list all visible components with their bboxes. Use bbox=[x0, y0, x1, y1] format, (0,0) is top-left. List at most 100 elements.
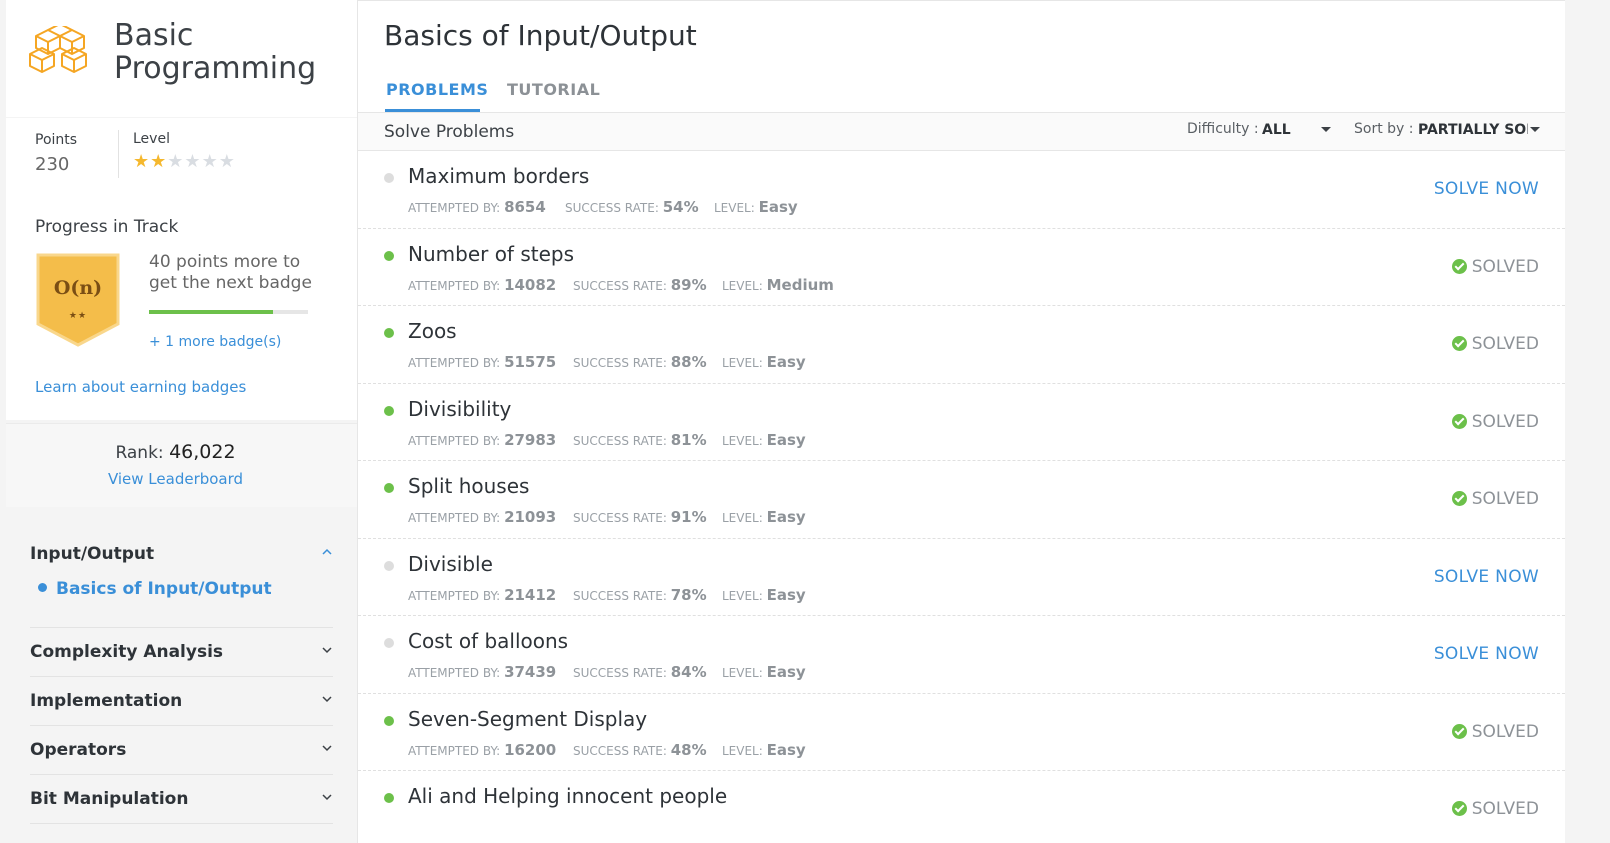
topic-label: Implementation bbox=[30, 691, 183, 711]
solved-label: SOLVED bbox=[1471, 721, 1539, 742]
solve-now-button[interactable]: SOLVE NOW bbox=[1434, 644, 1539, 664]
chevron-down-icon[interactable] bbox=[321, 693, 333, 705]
problem-row[interactable]: Ali and Helping innocent people SOLVED bbox=[358, 771, 1565, 843]
star-empty-icon: ★ bbox=[167, 151, 185, 172]
subtopic-basics-of-input-output[interactable]: Basics of Input/Output bbox=[38, 579, 272, 599]
active-dot-icon bbox=[38, 583, 47, 592]
meta-label: Success rate: bbox=[573, 588, 667, 603]
sort-label: Sort by : bbox=[1354, 121, 1414, 137]
level-label: Level bbox=[133, 131, 170, 147]
meta-label: Level: bbox=[722, 433, 763, 448]
level: Level: Easy bbox=[722, 353, 806, 371]
attempted-by: Attempted by: 51575 bbox=[408, 353, 556, 371]
success-value: 54% bbox=[662, 198, 699, 216]
problem-name[interactable]: Divisibility bbox=[408, 397, 511, 421]
success-value: 91% bbox=[670, 508, 707, 526]
problem-name[interactable]: Split houses bbox=[408, 474, 529, 498]
problem-row[interactable]: Maximum borders Attempted by: 8654 Succe… bbox=[358, 151, 1565, 229]
problem-row[interactable]: Divisibility Attempted by: 27983 Success… bbox=[358, 384, 1565, 461]
attempted-by: Attempted by: 37439 bbox=[408, 663, 556, 681]
topic-operators[interactable]: Operators bbox=[30, 726, 333, 775]
chevron-down-icon[interactable] bbox=[321, 791, 333, 803]
attempted-value: 21093 bbox=[504, 508, 557, 526]
meta-label: Level: bbox=[722, 511, 763, 525]
level-value: Easy bbox=[766, 353, 806, 371]
problem-name[interactable]: Cost of balloons bbox=[408, 629, 568, 653]
difficulty-caret-icon[interactable] bbox=[1321, 127, 1331, 132]
points-label: Points bbox=[35, 132, 78, 148]
problem-name[interactable]: Seven-Segment Display bbox=[408, 707, 647, 731]
chevron-down-icon[interactable] bbox=[321, 644, 333, 656]
tab-problems[interactable]: PROBLEMS bbox=[386, 80, 488, 99]
problem-row[interactable]: Seven-Segment Display Attempted by: 1620… bbox=[358, 694, 1565, 771]
check-circle-icon bbox=[1451, 491, 1467, 506]
attempted-by: Attempted by: 16200 bbox=[408, 741, 556, 759]
status-dot-icon bbox=[384, 173, 394, 183]
chevron-down-icon[interactable] bbox=[321, 742, 333, 754]
rank-value: 46,022 bbox=[169, 441, 236, 463]
level: Level: Easy bbox=[722, 663, 806, 681]
solved-label: SOLVED bbox=[1471, 489, 1539, 509]
topic-bit-manipulation[interactable]: Bit Manipulation bbox=[30, 775, 333, 824]
sidebar: Basic Programming Points 230 Level ★★★★★… bbox=[0, 0, 357, 843]
solve-now-button[interactable]: SOLVE NOW bbox=[1434, 567, 1539, 587]
learn-badges-link[interactable]: Learn about earning badges bbox=[35, 378, 246, 396]
more-badges-link[interactable]: + 1 more badge(s) bbox=[149, 334, 281, 350]
sort-select[interactable]: PARTIALLY SOLVED bbox=[1418, 122, 1528, 138]
meta-label: Success rate: bbox=[573, 743, 667, 758]
topic-implementation[interactable]: Implementation bbox=[30, 677, 333, 726]
meta-label: Level: bbox=[714, 201, 755, 215]
attempted-value: 27983 bbox=[504, 430, 557, 449]
topic-input-output[interactable]: Input/Output Basics of Input/Output bbox=[30, 530, 333, 628]
problem-row[interactable]: Zoos Attempted by: 51575 Success rate: 8… bbox=[358, 306, 1565, 384]
meta-label: Success rate: bbox=[573, 433, 667, 448]
progress-bar-fill bbox=[149, 310, 274, 314]
problem-name[interactable]: Ali and Helping innocent people bbox=[408, 784, 727, 808]
meta-label: Level: bbox=[722, 588, 763, 603]
problem-row[interactable]: Cost of balloons Attempted by: 37439 Suc… bbox=[358, 616, 1565, 694]
level-value: Easy bbox=[766, 430, 806, 449]
success-value: 78% bbox=[670, 585, 707, 604]
attempted-by: Attempted by: 14082 bbox=[408, 276, 556, 294]
tab-tutorial[interactable]: TUTORIAL bbox=[507, 80, 600, 99]
success-rate: Success rate: 48% bbox=[573, 741, 707, 759]
sort-caret-icon[interactable] bbox=[1530, 127, 1540, 132]
problem-name[interactable]: Zoos bbox=[408, 319, 457, 343]
view-leaderboard-link[interactable]: View Leaderboard bbox=[6, 470, 345, 488]
meta-label: Success rate: bbox=[573, 511, 667, 525]
solved-status: SOLVED bbox=[1451, 256, 1539, 277]
attempted-by: Attempted by: 21093 bbox=[408, 508, 556, 526]
success-value: 81% bbox=[670, 430, 707, 449]
level: Level: Easy bbox=[722, 508, 806, 526]
topic-label: Bit Manipulation bbox=[30, 789, 189, 809]
problem-row[interactable]: Number of steps Attempted by: 14082 Succ… bbox=[358, 229, 1565, 306]
meta-label: Attempted by: bbox=[408, 743, 501, 758]
difficulty-select[interactable]: ALL bbox=[1262, 122, 1312, 138]
level-value: Easy bbox=[766, 740, 806, 759]
meta-label: Attempted by: bbox=[408, 433, 501, 448]
status-dot-icon bbox=[384, 793, 394, 803]
badge-shield-icon bbox=[36, 253, 120, 347]
solved-label: SOLVED bbox=[1471, 256, 1539, 277]
problem-name[interactable]: Maximum borders bbox=[408, 164, 589, 188]
points-value: 230 bbox=[35, 154, 70, 175]
success-rate: Success rate: 54% bbox=[565, 198, 699, 216]
star-filled-icon: ★ bbox=[150, 151, 168, 172]
problem-row[interactable]: Split houses Attempted by: 21093 Success… bbox=[358, 461, 1565, 539]
stats-card: Points 230 Level ★★★★★★ Progress in Trac… bbox=[6, 118, 357, 420]
problem-name[interactable]: Divisible bbox=[408, 552, 493, 576]
topic-complexity-analysis[interactable]: Complexity Analysis bbox=[30, 628, 333, 677]
problem-name[interactable]: Number of steps bbox=[408, 242, 574, 266]
chevron-up-icon[interactable] bbox=[321, 546, 333, 558]
check-circle-icon bbox=[1451, 723, 1467, 739]
meta-label: Level: bbox=[722, 743, 763, 758]
badge-text: O(n) bbox=[53, 277, 103, 299]
solve-now-button[interactable]: SOLVE NOW bbox=[1434, 179, 1539, 199]
filter-bar: Solve Problems Difficulty : ALL Sort by … bbox=[358, 113, 1565, 151]
meta-label: Success rate: bbox=[573, 356, 667, 370]
attempted-value: 14082 bbox=[504, 275, 557, 294]
track-title-line2: Programming bbox=[114, 51, 317, 86]
problem-row[interactable]: Divisible Attempted by: 21412 Success ra… bbox=[358, 539, 1565, 616]
solved-status: SOLVED bbox=[1451, 489, 1539, 509]
status-dot-icon bbox=[384, 405, 394, 416]
